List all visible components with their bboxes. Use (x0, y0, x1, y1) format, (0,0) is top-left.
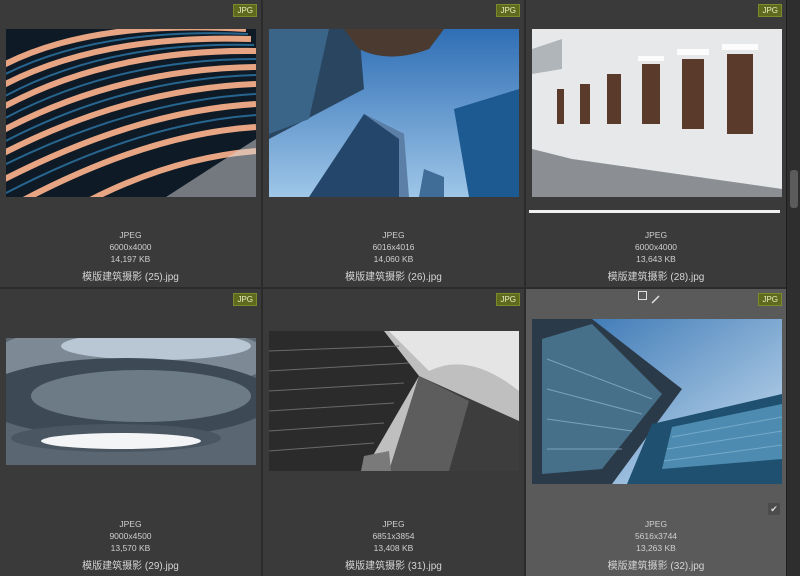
dimensions-label: 5616x3744 (634, 531, 678, 541)
filesize-label: 13,408 KB (373, 543, 414, 553)
dimensions-label: 6000x4000 (109, 242, 152, 252)
filesize-label: 13,570 KB (110, 543, 151, 553)
thumbnail-image[interactable] (6, 338, 256, 465)
file-type-badge: JPG (496, 4, 520, 17)
tile-toolbar (638, 291, 660, 304)
edit-pencil-icon[interactable] (651, 291, 660, 304)
file-type-badge: JPG (496, 293, 520, 306)
format-label: JPEG (382, 519, 405, 529)
format-label: JPEG (644, 519, 668, 529)
file-type-badge: JPG (758, 4, 782, 17)
filesize-label: 13,263 KB (636, 543, 676, 553)
format-label: JPEG (644, 230, 668, 240)
thumbnail-tile[interactable]: JPG (526, 0, 786, 287)
thumbnail-tile[interactable]: JPG JPEG 6851x3854 13,408 KB 模版建筑摄影 (31)… (263, 289, 524, 576)
format-label: JPEG (382, 230, 405, 240)
filename-label: 模版建筑摄影 (32).jpg (607, 561, 705, 572)
thumbnail-grid: JPG JPEG 6000x4000 14,197 KB 模版建筑摄影 (25)… (0, 0, 786, 576)
filename-label: 模版建筑摄影 (28).jpg (607, 272, 705, 283)
dimensions-label: 9000x4500 (109, 531, 152, 541)
file-type-badge: JPG (758, 293, 782, 306)
scrollbar-thumb[interactable] (790, 170, 798, 208)
file-type-badge: JPG (233, 4, 257, 17)
file-type-badge: JPG (233, 293, 257, 306)
format-label: JPEG (119, 519, 142, 529)
dimensions-label: 6000x4000 (634, 242, 678, 252)
checkmark-icon[interactable]: ✔ (768, 503, 780, 515)
format-label: JPEG (119, 230, 142, 240)
filesize-label: 14,197 KB (110, 254, 151, 264)
dimensions-label: 6016x4016 (372, 242, 415, 252)
filesize-label: 14,060 KB (373, 254, 414, 264)
thumbnail-image[interactable] (532, 319, 782, 484)
filename-label: 模版建筑摄影 (31).jpg (345, 561, 442, 572)
filename-label: 模版建筑摄影 (26).jpg (345, 272, 442, 283)
dimensions-label: 6851x3854 (372, 531, 415, 541)
thumbnail-image[interactable] (6, 29, 256, 197)
thumbnail-tile-selected[interactable]: JPG ✔ JPEG 5616x3744 13,263 KB 模版建筑摄影 (3… (526, 289, 786, 576)
thumbnail-tile[interactable]: JPG JPEG 9000x4500 13,570 KB 模版建筑摄影 (29)… (0, 289, 261, 576)
thumbnail-image[interactable] (269, 29, 519, 197)
square-select-icon[interactable] (638, 291, 647, 300)
thumbnail-image[interactable] (532, 29, 782, 197)
filename-label: 模版建筑摄影 (29).jpg (82, 561, 179, 572)
vertical-scrollbar[interactable] (786, 0, 800, 576)
thumbnail-tile[interactable]: JPG JPEG 6016x4016 14,060 KB 模版建筑摄影 (26)… (263, 0, 524, 287)
selection-underline (529, 210, 780, 213)
filename-label: 模版建筑摄影 (25).jpg (82, 272, 179, 283)
thumbnail-tile[interactable]: JPG (0, 0, 261, 287)
thumbnail-image[interactable] (269, 331, 519, 471)
filesize-label: 13,643 KB (636, 254, 676, 264)
